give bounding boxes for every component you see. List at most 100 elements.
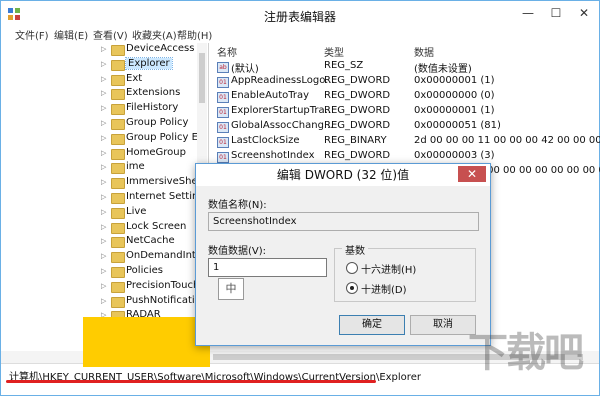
value-type: REG_BINARY — [324, 135, 387, 146]
value-type: REG_DWORD — [324, 90, 391, 101]
watermark-logo: 下载吧 — [468, 330, 584, 376]
menu-edit[interactable]: 编辑(E) — [54, 27, 88, 42]
value-data-input[interactable]: 1 — [208, 258, 327, 277]
tree-item-label: Extensions — [126, 87, 181, 99]
folder-icon — [111, 74, 125, 86]
tree-item-label: NetCache — [126, 235, 175, 247]
registry-value-row[interactable]: 01 ExplorerStartupTra... REG_DWORD 0x000000… — [209, 104, 599, 119]
tree-item[interactable]: ▷ PrecisionTouchP — [101, 280, 208, 294]
maximize-button[interactable]: ☐ — [543, 3, 569, 23]
tree-item[interactable]: ▷ Group Policy Edi — [101, 131, 208, 146]
folder-icon — [111, 281, 125, 293]
expand-arrow-icon[interactable]: ▷ — [101, 208, 106, 216]
folder-icon — [111, 148, 125, 160]
tree-item[interactable]: ▷ DeviceAccess — [101, 43, 208, 57]
tree-item[interactable]: ▷ FileHistory — [101, 102, 208, 116]
cancel-button[interactable]: 取消 — [410, 315, 476, 335]
expand-arrow-icon[interactable]: ▷ — [101, 282, 106, 290]
folder-icon — [111, 119, 125, 130]
tree-item[interactable]: ▷ Ext — [101, 73, 208, 87]
close-button[interactable]: ✕ — [571, 3, 597, 23]
radio-hexadecimal-label[interactable]: 十六进制(H) — [361, 261, 416, 276]
expand-arrow-icon[interactable]: ▷ — [101, 267, 106, 275]
expand-arrow-icon[interactable]: ▷ — [101, 193, 106, 201]
expand-arrow-icon[interactable]: ▷ — [101, 297, 106, 305]
tree-item-label: ime — [126, 161, 145, 173]
folder-icon — [111, 237, 125, 249]
expand-arrow-icon[interactable]: ▷ — [101, 89, 106, 97]
expand-arrow-icon[interactable]: ▷ — [101, 237, 106, 245]
tree-item[interactable]: ▷ ime — [101, 161, 208, 175]
window-title: 注册表编辑器 — [263, 10, 336, 24]
column-type[interactable]: 类型 — [324, 44, 344, 59]
expand-arrow-icon[interactable]: ▷ — [101, 178, 106, 186]
tree-item-label: Group Policy Edi — [126, 131, 208, 143]
yellow-highlight-block — [83, 317, 210, 367]
tree-item-label: Live — [126, 205, 147, 217]
tree-item-label: Policies — [126, 265, 163, 276]
menu-file[interactable]: 文件(F) — [15, 27, 49, 42]
expand-arrow-icon[interactable]: ▷ — [101, 104, 106, 112]
scrollbar-thumb[interactable] — [199, 53, 205, 103]
value-data: 0x00000051 (81) — [414, 120, 501, 131]
expand-arrow-icon[interactable]: ▷ — [101, 223, 106, 231]
tree-item[interactable]: ▷ Extensions — [101, 87, 208, 101]
registry-value-icon: 01 — [217, 152, 229, 163]
tree-item[interactable]: ▷ NetCache — [101, 235, 208, 249]
value-name: EnableAutoTray — [231, 90, 310, 101]
value-data: 0x00000000 (0) — [414, 90, 495, 101]
registry-value-row[interactable]: 01 LastClockSize REG_BINARY 2d 00 00 00 11 … — [209, 134, 600, 149]
expand-arrow-icon[interactable]: ▷ — [101, 119, 106, 127]
minimize-button[interactable]: — — [515, 3, 541, 23]
tree-item[interactable]: ▷ ImmersiveShell — [101, 176, 208, 190]
menu-view[interactable]: 查看(V) — [93, 27, 128, 42]
column-data[interactable]: 数据 — [414, 44, 434, 59]
radio-decimal-label[interactable]: 十进制(D) — [361, 281, 407, 296]
value-name-label: 数值名称(N): — [208, 200, 267, 211]
expand-arrow-icon[interactable]: ▷ — [101, 134, 106, 142]
tree-item[interactable]: ▷ Policies — [101, 265, 208, 279]
folder-icon — [111, 178, 125, 190]
radio-hexadecimal[interactable] — [346, 262, 358, 274]
expand-arrow-icon[interactable]: ▷ — [101, 163, 106, 171]
menu-bar: 文件(F) 编辑(E) 查看(V) 收藏夹(A) 帮助(H) — [1, 27, 599, 43]
menu-favorites[interactable]: 收藏夹(A) — [132, 27, 177, 42]
tree-item[interactable]: ▷ OnDemandInter — [101, 250, 208, 264]
folder-icon — [111, 207, 125, 219]
registry-value-row[interactable]: 01 EnableAutoTray REG_DWORD 0x00000000 (0) — [209, 89, 599, 104]
tree-item[interactable]: ▷ Explorer — [101, 56, 208, 72]
value-type: REG_DWORD — [324, 150, 391, 161]
dialog-close-button[interactable]: ✕ — [458, 166, 486, 182]
value-name: ExplorerStartupTra... — [231, 105, 335, 116]
tree-item[interactable]: ▷ Lock Screen — [101, 221, 208, 235]
folder-icon — [111, 45, 125, 56]
registry-value-icon: 01 — [217, 122, 229, 133]
column-name[interactable]: 名称 — [217, 44, 237, 59]
registry-value-row[interactable]: ab (默认) REG_SZ (数值未设置) — [209, 59, 599, 75]
registry-value-row[interactable]: 01 AppReadinessLogo... REG_DWORD 0x00000001… — [209, 74, 599, 89]
tree-item[interactable]: ▷ Live — [101, 205, 208, 220]
ok-button[interactable]: 确定 — [339, 315, 405, 335]
tree-item[interactable]: ▷ PushNotification — [101, 295, 208, 309]
value-name-field[interactable]: ScreenshotIndex — [208, 212, 479, 231]
tree-item[interactable]: ▷ Internet Settings — [101, 191, 208, 205]
radio-decimal[interactable] — [346, 282, 358, 294]
value-type: REG_DWORD — [324, 105, 391, 116]
value-data: 0x00000001 (1) — [414, 105, 495, 116]
value-type: REG_DWORD — [324, 75, 391, 86]
expand-arrow-icon[interactable]: ▷ — [101, 252, 106, 260]
ime-indicator[interactable]: 中 — [218, 278, 244, 300]
folder-icon — [111, 163, 125, 175]
tree-item[interactable]: ▷ HomeGroup — [101, 147, 208, 161]
expand-arrow-icon[interactable]: ▷ — [101, 60, 106, 68]
expand-arrow-icon[interactable]: ▷ — [101, 149, 106, 157]
values-list-header: 名称 类型 数据 — [209, 43, 599, 59]
registry-value-row[interactable]: 01 ScreenshotIndex REG_DWORD 0x00000003 (3) — [209, 149, 599, 164]
folder-icon — [111, 296, 125, 308]
registry-value-row[interactable]: 01 GlobalAssocChang... REG_DWORD 0x00000051… — [209, 119, 599, 134]
value-data-label: 数值数据(V): — [208, 246, 267, 257]
expand-arrow-icon[interactable]: ▷ — [101, 75, 106, 83]
menu-help[interactable]: 帮助(H) — [177, 27, 212, 42]
expand-arrow-icon[interactable]: ▷ — [101, 45, 106, 53]
tree-item[interactable]: ▷ Group Policy — [101, 117, 208, 131]
